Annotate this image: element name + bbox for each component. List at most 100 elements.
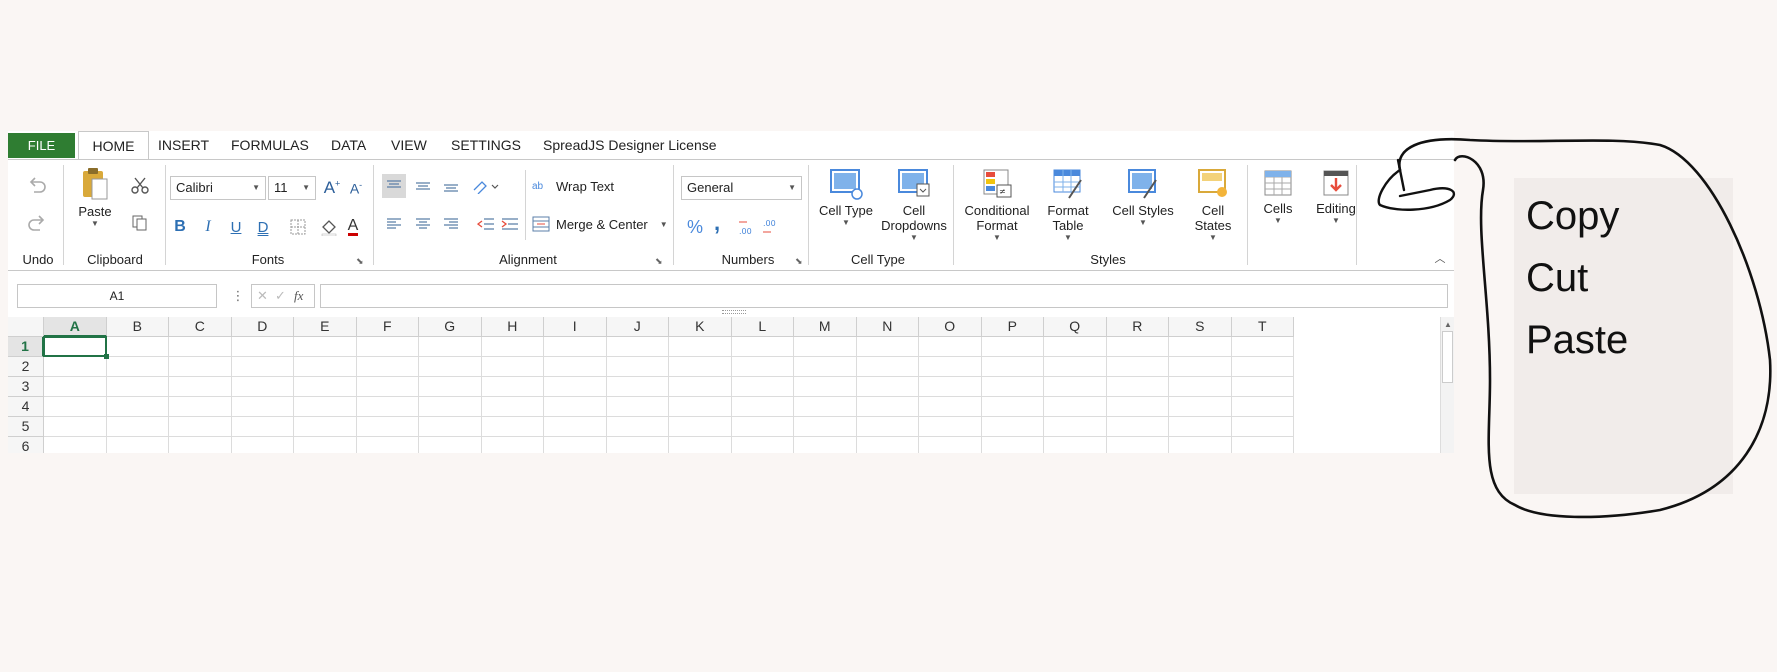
grid-cell[interactable] <box>544 357 607 377</box>
grid-cell[interactable] <box>419 357 482 377</box>
orientation-button[interactable] <box>470 174 504 198</box>
comma-button[interactable]: , <box>708 210 726 235</box>
increase-indent-button[interactable] <box>498 212 522 236</box>
row-header[interactable]: 1 <box>8 337 44 357</box>
tab-formulas[interactable]: FORMULAS <box>231 131 309 159</box>
grid-cell[interactable] <box>919 377 982 397</box>
grid-cell[interactable] <box>1044 377 1107 397</box>
numbers-launcher-icon[interactable]: ⬊ <box>795 256 803 267</box>
redo-button[interactable] <box>24 210 50 236</box>
grid-cell[interactable] <box>419 397 482 417</box>
column-header[interactable]: B <box>106 317 169 337</box>
grid-cell[interactable] <box>44 357 107 377</box>
column-header[interactable]: L <box>731 317 794 337</box>
cells-button[interactable]: Cells ▼ <box>1254 168 1302 226</box>
grid-cell[interactable] <box>1106 357 1169 377</box>
grid-cell[interactable] <box>606 337 669 357</box>
cell-dropdowns-button[interactable]: Cell Dropdowns ▼ <box>880 168 948 243</box>
grid-cell[interactable] <box>106 357 169 377</box>
grid-cell[interactable] <box>981 377 1044 397</box>
grid-cell[interactable] <box>794 377 857 397</box>
grid-cell[interactable] <box>669 397 732 417</box>
fill-handle[interactable] <box>103 354 109 359</box>
number-format-select[interactable]: General ▼ <box>681 176 802 200</box>
grid-cell[interactable] <box>1044 437 1107 453</box>
grid-cell[interactable] <box>169 337 232 357</box>
column-header[interactable]: C <box>169 317 232 337</box>
align-bottom-button[interactable] <box>439 174 463 198</box>
increase-font-button[interactable]: A+ <box>321 177 343 199</box>
grid-cell[interactable] <box>731 337 794 357</box>
cell-type-button[interactable]: Cell Type ▼ <box>816 168 876 228</box>
row-header[interactable]: 6 <box>8 437 44 453</box>
tab-data[interactable]: DATA <box>331 131 366 159</box>
collapse-ribbon-button[interactable]: ︿ <box>1432 250 1448 266</box>
grid-cell[interactable] <box>981 397 1044 417</box>
name-box[interactable]: A1 <box>17 284 217 308</box>
column-header[interactable]: F <box>356 317 419 337</box>
align-top-button[interactable] <box>382 174 406 198</box>
grid-cell[interactable] <box>1231 417 1294 437</box>
grid-cell[interactable] <box>669 377 732 397</box>
cut-button[interactable] <box>129 174 151 196</box>
undo-button[interactable] <box>24 172 50 198</box>
grid-cell[interactable] <box>544 417 607 437</box>
merge-center-button[interactable]: Merge & Center ▼ <box>532 212 672 236</box>
vertical-scrollbar[interactable]: ▲ <box>1440 317 1454 453</box>
paste-button[interactable]: Paste ▼ <box>72 167 118 229</box>
grid-cell[interactable] <box>731 377 794 397</box>
grid-cell[interactable] <box>419 377 482 397</box>
font-name-select[interactable]: Calibri ▼ <box>170 176 266 200</box>
select-all-corner[interactable] <box>8 317 44 337</box>
column-header[interactable]: M <box>794 317 857 337</box>
border-button[interactable] <box>288 216 308 238</box>
grid-cell[interactable] <box>981 337 1044 357</box>
grid-cell[interactable] <box>1232 437 1294 453</box>
column-header[interactable]: Q <box>1044 317 1107 337</box>
formula-input[interactable] <box>320 284 1448 308</box>
row-header[interactable]: 2 <box>8 357 44 377</box>
column-header[interactable]: T <box>1231 317 1294 337</box>
conditional-format-button[interactable]: ≠ Conditional Format ▼ <box>960 168 1034 243</box>
confirm-formula-icon[interactable]: ✓ <box>275 288 286 304</box>
column-header[interactable]: E <box>294 317 357 337</box>
format-table-button[interactable]: Format Table ▼ <box>1038 168 1098 243</box>
grid-cell[interactable] <box>1044 397 1107 417</box>
grid-cell[interactable] <box>856 337 919 357</box>
decrease-decimal-button[interactable]: .00 <box>760 216 782 238</box>
grid-cell[interactable] <box>1044 337 1107 357</box>
grid-cell[interactable] <box>107 437 169 453</box>
grid-cell[interactable] <box>294 437 357 453</box>
grid-cell[interactable] <box>481 357 544 377</box>
grid-cell[interactable] <box>1106 397 1169 417</box>
grid-cell[interactable] <box>544 437 607 453</box>
cancel-formula-icon[interactable]: ✕ <box>257 288 268 304</box>
menu-item-cut[interactable]: Cut <box>1526 256 1588 301</box>
grid-cell[interactable] <box>1169 417 1232 437</box>
tab-home[interactable]: HOME <box>78 131 149 160</box>
wrap-text-button[interactable]: ab Wrap Text <box>532 174 642 198</box>
cell-states-button[interactable]: Cell States ▼ <box>1186 168 1240 243</box>
grid-cell[interactable] <box>982 437 1044 453</box>
grid-cell[interactable] <box>606 357 669 377</box>
grid-cell[interactable] <box>481 337 544 357</box>
grid-cell[interactable] <box>356 397 419 417</box>
grid-cell[interactable] <box>669 337 732 357</box>
grid-cell[interactable] <box>1231 377 1294 397</box>
grid-cell[interactable] <box>856 417 919 437</box>
tab-settings[interactable]: SETTINGS <box>451 131 521 159</box>
align-left-button[interactable] <box>382 212 406 236</box>
grid-cell[interactable] <box>169 377 232 397</box>
tab-file[interactable]: FILE <box>8 133 75 158</box>
decrease-font-button[interactable]: A- <box>345 177 367 199</box>
grid-cell[interactable] <box>169 437 232 453</box>
grid-cell[interactable] <box>481 377 544 397</box>
scroll-up-icon[interactable]: ▲ <box>1444 320 1452 329</box>
grid-cell[interactable] <box>669 437 732 453</box>
grid-cell[interactable] <box>1169 337 1232 357</box>
column-header[interactable]: K <box>669 317 732 337</box>
grid-cell[interactable] <box>419 437 482 453</box>
underline-button[interactable]: U <box>226 216 246 238</box>
grid-cell[interactable] <box>419 417 482 437</box>
grid-cell[interactable] <box>231 377 294 397</box>
